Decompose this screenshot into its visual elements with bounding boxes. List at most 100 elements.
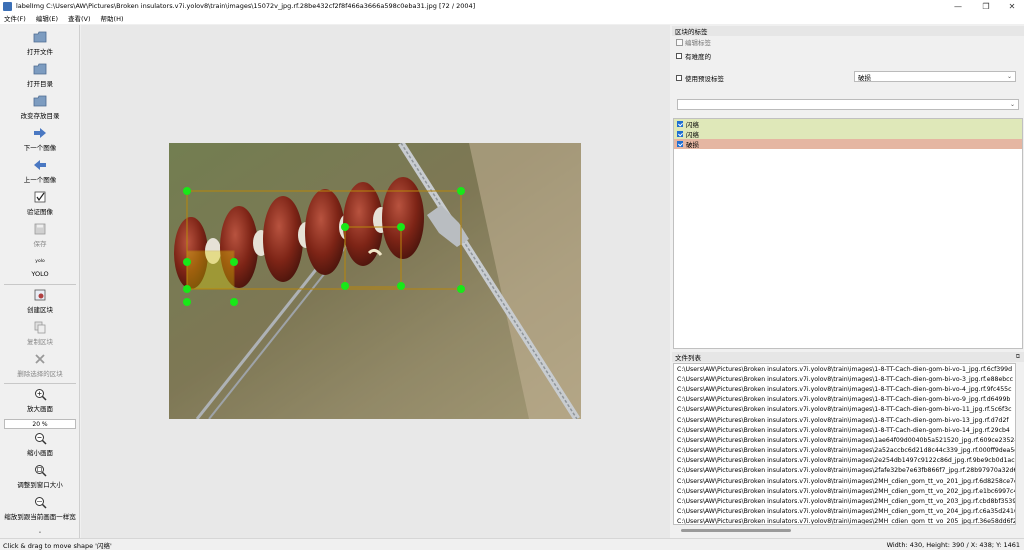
menu-bar: 文件(F) 编辑(E) 查看(V) 帮助(H) — [0, 12, 1024, 24]
toolbar-more-indicator[interactable]: • — [0, 530, 80, 536]
verify-image-button[interactable]: 验证图像 — [0, 190, 80, 216]
fit-window-icon — [33, 463, 47, 477]
file-list-item[interactable]: C:\Users\AW\Pictures\Broken insulators.v… — [674, 435, 1015, 445]
open-dir-button[interactable]: 打开目录 — [0, 62, 80, 88]
label-list-item[interactable]: 破损 — [674, 139, 1022, 149]
yolo-icon-text: yolo — [35, 258, 45, 264]
fit-width-icon — [33, 495, 47, 509]
difficult-checkbox[interactable]: 有难度的 — [676, 51, 711, 61]
zoom-in-button[interactable]: 放大画面 — [0, 387, 80, 413]
file-list-item[interactable]: C:\Users\AW\Pictures\Broken insulators.v… — [674, 374, 1015, 384]
scrollbar-thumb[interactable] — [681, 529, 791, 532]
file-list-item[interactable]: C:\Users\AW\Pictures\Broken insulators.v… — [674, 517, 1015, 524]
create-box-button[interactable]: 创建区块 — [0, 288, 80, 314]
float-dock-icon[interactable]: ⧉ — [1016, 353, 1020, 361]
file-list-item[interactable]: C:\Users\AW\Pictures\Broken insulators.v… — [674, 456, 1015, 466]
arrow-left-icon — [33, 158, 47, 172]
copy-box-label: 复制区块 — [27, 338, 53, 346]
file-list-horizontal-scrollbar[interactable] — [673, 527, 1016, 534]
label-list-item[interactable]: 闪络 — [674, 129, 1022, 139]
file-list-item[interactable]: C:\Users\AW\Pictures\Broken insulators.v… — [674, 507, 1015, 517]
file-list-item[interactable]: C:\Users\AW\Pictures\Broken insulators.v… — [674, 364, 1015, 374]
folder-icon — [33, 62, 47, 76]
file-list-vertical-scrollbar[interactable] — [1016, 363, 1023, 525]
folder-icon — [33, 30, 47, 44]
image-canvas[interactable] — [81, 25, 670, 538]
label-visible-checkbox[interactable] — [677, 121, 683, 127]
edit-icon — [676, 38, 683, 46]
left-toolbar: 打开文件 打开目录 改变存放目录 下一个图像 上一个图像 验证图像 保存 yol… — [0, 25, 80, 538]
format-toggle-button[interactable]: yolo YOLO — [0, 254, 80, 279]
create-box-icon — [33, 288, 47, 302]
fit-width-button[interactable]: 缩放到跟当前画面一样宽 — [0, 495, 80, 521]
restore-button[interactable]: ❐ — [972, 0, 1000, 12]
app-icon — [3, 1, 12, 11]
menu-help[interactable]: 帮助(H) — [101, 13, 124, 23]
toolbar-divider — [4, 383, 76, 384]
difficult-check-icon[interactable] — [676, 53, 682, 59]
zoom-out-button[interactable]: 缩小画面 — [0, 431, 80, 457]
close-button[interactable]: ✕ — [998, 0, 1024, 12]
file-list-item[interactable]: C:\Users\AW\Pictures\Broken insulators.v… — [674, 384, 1015, 394]
copy-icon — [33, 320, 47, 334]
status-dimensions: Width: 430, Height: 390 / X: 438; Y: 146… — [886, 540, 1020, 549]
label-filter-combo[interactable]: ⌄ — [677, 99, 1019, 110]
zoom-out-label: 缩小画面 — [27, 449, 53, 457]
file-list-item[interactable]: C:\Users\AW\Pictures\Broken insulators.v… — [674, 425, 1015, 435]
arrow-right-icon — [33, 126, 47, 140]
zoom-in-label: 放大画面 — [27, 405, 53, 413]
zoom-in-icon — [33, 387, 47, 401]
window-title: labelImg C:\Users\AW\Pictures\Broken ins… — [16, 2, 476, 10]
selected-box-fill[interactable] — [186, 250, 235, 290]
use-default-label-check-icon[interactable] — [676, 75, 682, 81]
menu-edit[interactable]: 编辑(E) — [36, 13, 58, 23]
prev-image-button[interactable]: 上一个图像 — [0, 158, 80, 184]
save-button[interactable]: 保存 — [0, 222, 80, 248]
chevron-down-icon[interactable]: ⌄ — [1007, 73, 1012, 80]
box-labels-title: 区块的标签 — [675, 28, 708, 36]
label-visible-checkbox[interactable] — [677, 141, 683, 147]
chevron-down-icon[interactable]: ⌄ — [1010, 101, 1015, 108]
menu-view[interactable]: 查看(V) — [68, 13, 91, 23]
box-label-list[interactable]: 闪络 闪络 破损 — [673, 118, 1023, 349]
default-label-combo[interactable]: 破损 ⌄ — [854, 71, 1016, 82]
format-label: YOLO — [31, 270, 49, 278]
delete-icon — [33, 352, 47, 366]
file-list-header: 文件列表 ⧉ — [672, 352, 1024, 362]
edit-label-button[interactable]: 编辑标签 — [676, 37, 711, 47]
title-bar: labelImg C:\Users\AW\Pictures\Broken ins… — [0, 0, 1024, 12]
minimize-button[interactable]: — — [944, 0, 972, 12]
file-list-item[interactable]: C:\Users\AW\Pictures\Broken insulators.v… — [674, 486, 1015, 496]
file-list-item[interactable]: C:\Users\AW\Pictures\Broken insulators.v… — [674, 405, 1015, 415]
file-list-item[interactable]: C:\Users\AW\Pictures\Broken insulators.v… — [674, 415, 1015, 425]
zoom-out-icon — [33, 431, 47, 445]
label-visible-checkbox[interactable] — [677, 131, 683, 137]
menu-file[interactable]: 文件(F) — [4, 13, 26, 23]
difficult-label: 有难度的 — [685, 53, 711, 61]
insulator-photo — [169, 143, 581, 419]
delete-box-button[interactable]: 删除选择的区块 — [0, 352, 80, 378]
annotated-image[interactable] — [169, 143, 581, 419]
status-message: Click & drag to move shape '闪络' — [3, 541, 112, 550]
open-file-button[interactable]: 打开文件 — [0, 30, 80, 56]
save-label: 保存 — [33, 240, 47, 248]
use-default-label-text: 使用预设标签 — [685, 75, 724, 83]
label-list-item[interactable]: 闪络 — [674, 119, 1022, 129]
file-list-item[interactable]: C:\Users\AW\Pictures\Broken insulators.v… — [674, 466, 1015, 476]
box-labels-header: 区块的标签 — [672, 26, 1024, 36]
zoom-value-field[interactable]: 20 % — [4, 419, 76, 429]
next-image-button[interactable]: 下一个图像 — [0, 126, 80, 152]
fit-window-button[interactable]: 调整到窗口大小 — [0, 463, 80, 489]
file-list-item[interactable]: C:\Users\AW\Pictures\Broken insulators.v… — [674, 476, 1015, 486]
copy-box-button[interactable]: 复制区块 — [0, 320, 80, 346]
edit-label-text: 编辑标签 — [685, 39, 711, 47]
use-default-label-checkbox[interactable]: 使用预设标签 — [676, 73, 724, 83]
file-list-item[interactable]: C:\Users\AW\Pictures\Broken insulators.v… — [674, 395, 1015, 405]
change-save-dir-button[interactable]: 改变存放目录 — [0, 94, 80, 120]
file-list-item[interactable]: C:\Users\AW\Pictures\Broken insulators.v… — [674, 446, 1015, 456]
file-list[interactable]: C:\Users\AW\Pictures\Broken insulators.v… — [673, 363, 1016, 525]
open-file-label: 打开文件 — [27, 48, 53, 56]
more-dots-icon: • — [38, 530, 42, 536]
open-dir-label: 打开目录 — [27, 80, 53, 88]
file-list-item[interactable]: C:\Users\AW\Pictures\Broken insulators.v… — [674, 496, 1015, 506]
